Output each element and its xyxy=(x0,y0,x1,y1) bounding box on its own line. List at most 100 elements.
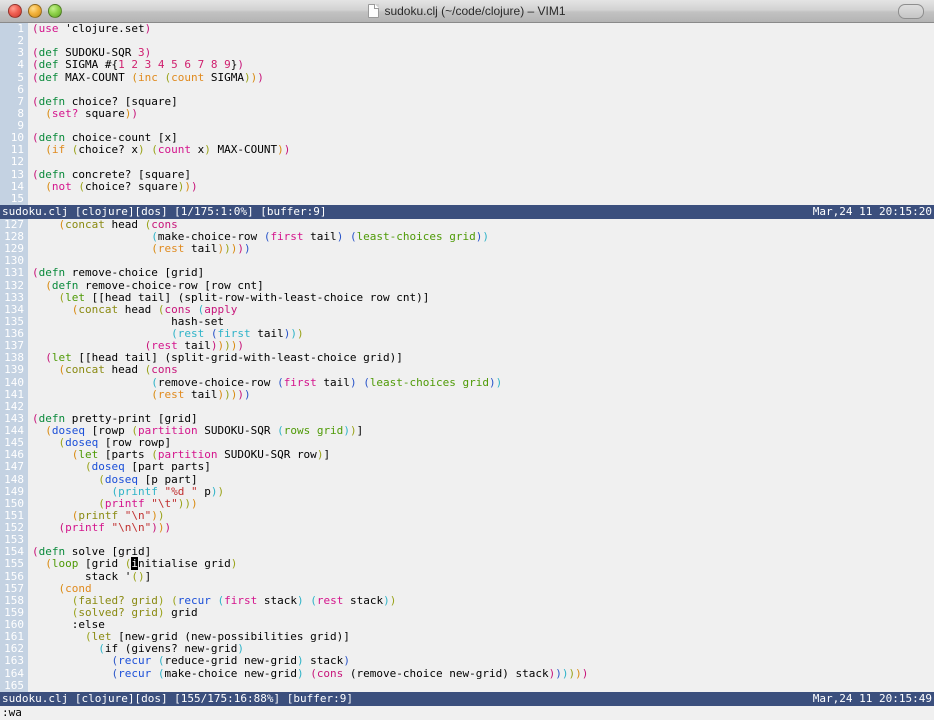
code-token: ) xyxy=(296,654,304,668)
code-token: ( xyxy=(157,302,165,316)
code-token: stack xyxy=(257,593,297,607)
code-token: ( xyxy=(78,179,85,193)
code-token: tail xyxy=(184,387,218,401)
line-number: 4 xyxy=(0,59,28,72)
code-token: square xyxy=(78,106,125,120)
code-token: use xyxy=(38,23,59,35)
line-number: 157 xyxy=(0,582,28,595)
code-token: if (givens? new-grid xyxy=(104,642,238,656)
code-token: ) xyxy=(343,654,350,668)
code-token: ) xyxy=(495,375,503,389)
code-token: defn xyxy=(51,278,79,292)
code-line[interactable]: 14 (not (choice? square))) xyxy=(0,179,934,193)
code-token: [p part] xyxy=(137,472,198,486)
code-token: ( xyxy=(98,642,105,656)
code-token: ) xyxy=(184,179,191,193)
code-line[interactable]: 156 stack '()] xyxy=(0,570,934,583)
editor-pane-top[interactable]: 1 (use 'clojure.set) 2 3 (def SUDOKU-SQR 3) 4… xyxy=(0,23,934,205)
code-text: (rest tail))))) xyxy=(28,387,251,401)
code-token: ) xyxy=(237,339,244,353)
code-token: ) xyxy=(296,666,304,680)
line-number: 149 xyxy=(0,485,28,498)
close-button[interactable] xyxy=(8,4,22,18)
code-token: ) xyxy=(257,70,264,84)
code-line[interactable]: 1 (use 'clojure.set) xyxy=(0,23,934,36)
code-token: stack xyxy=(303,654,344,668)
toolbar-toggle-button[interactable] xyxy=(898,4,924,19)
line-number: 139 xyxy=(0,364,28,377)
code-token: p xyxy=(197,484,211,498)
command-line[interactable]: :wa xyxy=(0,705,934,720)
code-line[interactable]: 165 xyxy=(0,679,934,692)
code-token: ( xyxy=(277,375,284,389)
code-line[interactable]: 159 (solved? grid) grid xyxy=(0,606,934,619)
code-token: defn xyxy=(38,266,66,280)
zoom-button[interactable] xyxy=(48,4,62,18)
code-token: doseq xyxy=(51,424,85,437)
code-token: tail xyxy=(316,375,350,389)
code-token: [parts xyxy=(98,448,152,462)
code-token: MAX-COUNT xyxy=(210,143,278,157)
code-token: ( xyxy=(32,70,39,84)
code-token: ( xyxy=(32,167,39,181)
status-right-top: Mar,24 11 20:15:20 xyxy=(812,204,932,218)
code-token: rest xyxy=(151,339,178,353)
code-token: ) xyxy=(575,666,582,680)
code-line[interactable]: 141 (rest tail))))) xyxy=(0,387,934,401)
code-token: first xyxy=(283,375,317,389)
code-token: ( xyxy=(151,375,158,389)
code-line[interactable]: 7 (defn choice? [square] xyxy=(0,95,934,108)
code-token: ) xyxy=(237,642,244,656)
code-token: ( xyxy=(131,424,138,437)
code-token: recur xyxy=(177,593,211,607)
code-line[interactable]: 15 xyxy=(0,192,934,205)
code-token: [[head tail] (split-grid-with-least-choi… xyxy=(71,351,403,365)
code-token: "%d " xyxy=(164,484,198,498)
code-token: let xyxy=(51,351,72,365)
line-number: 15 xyxy=(0,192,28,205)
code-line[interactable]: 8 (set? square)) xyxy=(0,106,934,120)
code-token: concrete? [square] xyxy=(65,167,191,181)
code-token: failed? grid xyxy=(78,593,158,607)
code-line[interactable]: 5 (def MAX-COUNT (inc (count SIGMA))) xyxy=(0,70,934,84)
code-token: ) xyxy=(243,387,251,401)
code-token: "\n" xyxy=(124,508,152,522)
editor-pane-bottom[interactable]: 127 (concat head (cons 128 (make-choice-r… xyxy=(0,218,934,692)
code-token: ) xyxy=(290,327,297,340)
minimize-button[interactable] xyxy=(28,4,42,18)
code-token: remove-choice [grid] xyxy=(65,266,205,280)
code-token: SIGMA #{ xyxy=(58,58,119,72)
code-token: tail xyxy=(250,327,284,340)
code-text: (def MAX-COUNT (inc (count SIGMA))) xyxy=(28,70,264,84)
code-token: rest xyxy=(157,242,185,256)
code-line[interactable]: 129 (rest tail))))) xyxy=(0,242,934,256)
code-line[interactable]: 164 (recur (make-choice new-grid) (cons … xyxy=(0,666,934,680)
code-token: tail xyxy=(303,230,337,243)
code-token: choice? x xyxy=(78,143,138,157)
code-token: rest xyxy=(316,593,344,607)
code-token: ) xyxy=(137,143,145,157)
text-cursor: i xyxy=(131,557,138,571)
code-token: ) xyxy=(561,666,569,680)
code-token: ) xyxy=(581,666,589,680)
code-line[interactable]: 11 (if (choice? x) (count x) MAX-COUNT)) xyxy=(0,143,934,157)
line-number: 132 xyxy=(0,279,28,292)
code-token: ( xyxy=(45,278,52,292)
code-token: ( xyxy=(151,242,158,256)
code-line[interactable]: 152 (printf "\n\n"))) xyxy=(0,521,934,535)
